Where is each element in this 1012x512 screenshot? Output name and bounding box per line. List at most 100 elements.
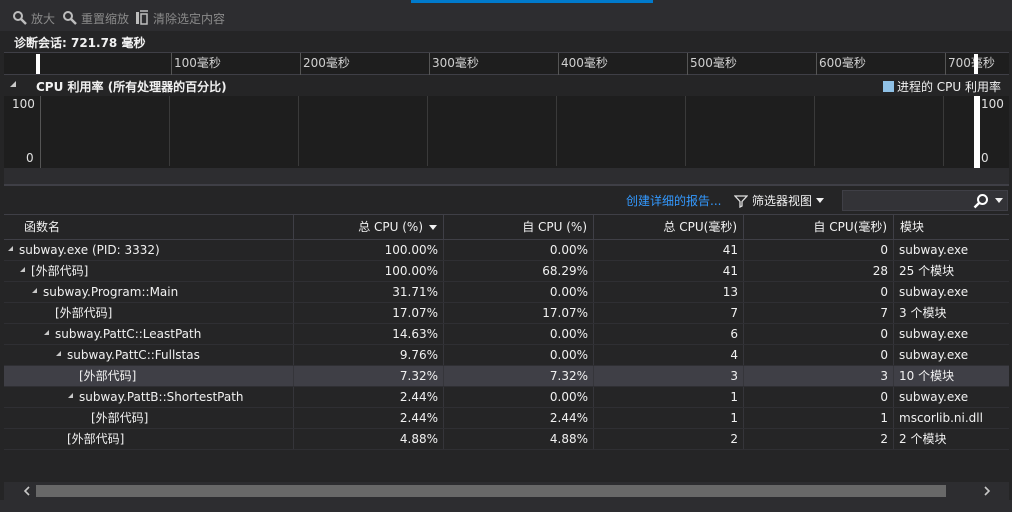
active-tab-indicator — [411, 0, 653, 3]
expand-icon[interactable] — [32, 288, 37, 293]
self-cpu-pct-cell: 2.44% — [444, 408, 594, 428]
module-cell: 3 个模块 — [899, 306, 947, 320]
reset-zoom-button[interactable]: 重置缩放 — [62, 8, 129, 28]
scrollbar-thumb[interactable] — [36, 485, 946, 497]
y-axis-max-right: 100 — [981, 97, 1004, 111]
function-name-cell: subway.exe (PID: 3332) — [4, 240, 294, 260]
self-cpu-pct-cell: 17.07% — [444, 303, 594, 323]
grid-line — [685, 96, 686, 166]
table-row[interactable]: subway.Program::Main 31.71% 0.00% 13 0 subway… — [4, 282, 1009, 303]
search-box[interactable] — [842, 190, 1008, 211]
ruler-tick-label: 300毫秒 — [432, 56, 479, 70]
y-axis-min-right: 0 — [981, 151, 989, 165]
total-cpu-ms-cell: 7 — [594, 303, 744, 323]
self-cpu-pct-cell: 0.00% — [444, 240, 594, 260]
function-name-cell: subway.Program::Main — [4, 282, 294, 302]
expand-icon[interactable] — [44, 330, 49, 335]
column-header-function-name[interactable]: 函数名 — [4, 215, 294, 240]
ruler-tick — [687, 53, 688, 75]
cpu-usage-title: CPU 利用率 (所有处理器的百分比) — [36, 80, 227, 94]
grid-line — [814, 96, 815, 166]
module-cell: subway.exe — [899, 327, 969, 341]
module-cell: 10 个模块 — [899, 369, 955, 383]
table-row[interactable]: subway.exe (PID: 3332) 100.00% 0.00% 41 0 sub… — [4, 240, 1009, 261]
panel-splitter[interactable] — [4, 168, 1009, 186]
cpu-usage-graph[interactable]: 100 0 100 0 — [4, 96, 1009, 168]
collapse-icon[interactable] — [10, 81, 16, 87]
total-cpu-pct-cell: 2.44% — [294, 387, 444, 407]
filter-icon — [734, 194, 748, 208]
total-cpu-ms-cell: 41 — [594, 261, 744, 281]
self-cpu-pct-cell: 4.88% — [444, 429, 594, 449]
ruler-tick-label: 100毫秒 — [174, 56, 221, 70]
ruler-tick — [558, 53, 559, 75]
ruler-tick — [945, 53, 946, 75]
zoom-in-icon — [13, 11, 27, 25]
search-icon[interactable] — [973, 193, 989, 209]
total-cpu-pct-cell: 7.32% — [294, 366, 444, 386]
reset-zoom-label: 重置缩放 — [81, 11, 130, 26]
column-header-self-cpu-pct[interactable]: 自 CPU (%) — [444, 215, 594, 240]
self-cpu-pct-cell: 0.00% — [444, 324, 594, 344]
bottom-border — [0, 500, 1012, 512]
timeline-ruler[interactable]: 100毫秒 200毫秒 300毫秒 400毫秒 500毫秒 600毫秒 700毫… — [4, 52, 1009, 75]
table-row[interactable]: [外部代码] 7.32% 7.32% 3 3 10 个模块 — [4, 366, 1009, 387]
function-name: [外部代码] — [67, 432, 125, 446]
horizontal-scrollbar[interactable] — [4, 482, 1009, 500]
filter-view-label: 筛选器视图 — [752, 194, 813, 208]
self-cpu-ms-cell: 28 — [744, 261, 894, 281]
expand-icon[interactable] — [20, 267, 25, 272]
selection-end-handle[interactable] — [974, 54, 978, 74]
function-name-cell: subway.PattC::LeastPath — [4, 324, 294, 344]
module-cell: 25 个模块 — [899, 264, 955, 278]
ruler-tick — [171, 53, 172, 75]
self-cpu-ms-cell: 3 — [744, 366, 894, 386]
ruler-tick — [429, 53, 430, 75]
filter-view-button[interactable]: 筛选器视图 — [734, 192, 825, 209]
table-row[interactable]: [外部代码] 100.00% 68.29% 41 28 25 个模块 — [4, 261, 1009, 282]
plot-left-border — [40, 96, 41, 168]
zoom-in-button[interactable]: 放大 — [12, 8, 55, 28]
cpu-legend: 进程的 CPU 利用率 — [882, 78, 1001, 95]
column-header-total-cpu-ms[interactable]: 总 CPU(毫秒) — [594, 215, 744, 240]
column-header-module[interactable]: 模块 — [894, 215, 1009, 240]
total-cpu-ms-cell: 1 — [594, 387, 744, 407]
table-row[interactable]: subway.PattC::Fullstas 9.76% 0.00% 4 0 subway… — [4, 345, 1009, 366]
total-cpu-ms-cell: 41 — [594, 240, 744, 260]
grid-line — [556, 96, 557, 166]
expand-icon[interactable] — [56, 351, 61, 356]
scroll-right-icon[interactable] — [982, 486, 992, 496]
column-header-total-cpu-pct[interactable]: 总 CPU (%) — [294, 215, 444, 240]
selection-start-handle[interactable] — [36, 54, 40, 74]
total-cpu-pct-cell: 2.44% — [294, 408, 444, 428]
ruler-tick-label: 500毫秒 — [690, 56, 737, 70]
module-cell: subway.exe — [899, 348, 969, 362]
total-cpu-pct-cell: 14.63% — [294, 324, 444, 344]
search-options-icon[interactable] — [995, 198, 1003, 203]
table-row[interactable]: [外部代码] 4.88% 4.88% 2 2 2 个模块 — [4, 429, 1009, 450]
table-row[interactable]: subway.PattC::LeastPath 14.63% 0.00% 6 0 subw… — [4, 324, 1009, 345]
self-cpu-ms-cell: 7 — [744, 303, 894, 323]
function-name: subway.PattC::LeastPath — [55, 327, 202, 341]
module-cell: subway.exe — [899, 390, 969, 404]
search-input[interactable] — [847, 193, 967, 208]
create-report-link[interactable]: 创建详细的报告... — [626, 192, 721, 209]
clear-selection-button[interactable]: 清除选定内容 — [134, 8, 225, 28]
session-header: 诊断会话: 721.78 毫秒 — [0, 31, 1012, 52]
self-cpu-pct-cell: 0.00% — [444, 387, 594, 407]
graph-toolbar: 放大 重置缩放 清除选定内容 — [0, 5, 1012, 31]
table-row[interactable]: subway.PattB::ShortestPath 2.44% 0.00% 1 0 su… — [4, 387, 1009, 408]
header-label: 总 CPU (%) — [358, 220, 423, 234]
ruler-tick — [300, 53, 301, 75]
legend-swatch — [882, 81, 894, 92]
function-name-cell: [外部代码] — [4, 408, 294, 428]
table-row[interactable]: [外部代码] 17.07% 17.07% 7 7 3 个模块 — [4, 303, 1009, 324]
expand-icon[interactable] — [8, 246, 13, 251]
self-cpu-ms-cell: 0 — [744, 324, 894, 344]
expand-icon[interactable] — [68, 393, 73, 398]
function-name-cell: subway.PattB::ShortestPath — [4, 387, 294, 407]
table-row[interactable]: [外部代码] 2.44% 2.44% 1 1 mscorlib.ni.dll — [4, 408, 1009, 429]
scroll-left-icon[interactable] — [22, 486, 32, 496]
column-header-self-cpu-ms[interactable]: 自 CPU(毫秒) — [744, 215, 894, 240]
total-cpu-ms-cell: 13 — [594, 282, 744, 302]
